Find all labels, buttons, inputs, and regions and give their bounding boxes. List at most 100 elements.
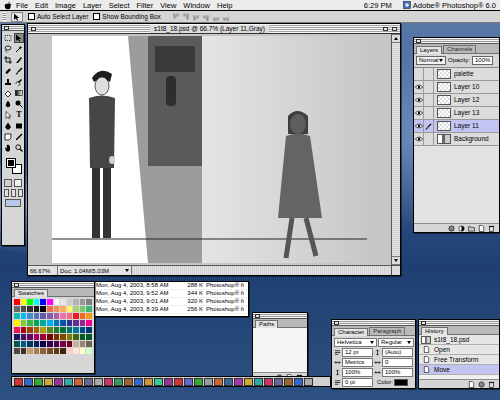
- tracking-icon[interactable]: [374, 359, 381, 366]
- close-box[interactable]: [421, 321, 426, 325]
- history-step-icon[interactable]: [423, 356, 430, 363]
- menu-item[interactable]: Filter: [134, 1, 157, 10]
- swatch[interactable]: [40, 348, 46, 354]
- swatch[interactable]: [27, 306, 33, 312]
- swatch[interactable]: [67, 306, 73, 312]
- swatch[interactable]: [86, 327, 92, 333]
- horizontal-scrollbar[interactable]: [132, 266, 391, 275]
- character-field[interactable]: 100%: [342, 368, 373, 377]
- options-grip[interactable]: [3, 12, 6, 21]
- app-icon[interactable]: [274, 378, 283, 386]
- swatch[interactable]: [27, 341, 33, 347]
- layer-row[interactable]: Layer 10: [414, 81, 499, 94]
- app-icon[interactable]: [84, 378, 93, 386]
- swatch[interactable]: [80, 299, 86, 305]
- opacity-field[interactable]: 100%: [472, 56, 493, 65]
- tool-button[interactable]: [3, 132, 13, 142]
- tool-button[interactable]: [14, 33, 24, 43]
- mode-button[interactable]: [18, 189, 23, 197]
- app-icon[interactable]: [304, 378, 313, 386]
- swatch[interactable]: [73, 313, 79, 319]
- file-row[interactable]: Mon, Aug 4, 2003, 8:58 AM288 KPhotoshop®…: [94, 282, 248, 290]
- font-size-icon[interactable]: [334, 349, 341, 356]
- palette-tab[interactable]: Paragraph: [369, 327, 405, 335]
- file-row[interactable]: Mon, Aug 4, 2003, 9:01 AM320 KPhotoshop®…: [94, 298, 248, 306]
- swatch[interactable]: [14, 320, 20, 326]
- swatch[interactable]: [86, 348, 92, 354]
- checkbox-option[interactable]: Show Bounding Box: [93, 13, 161, 21]
- palette-tab[interactable]: Paths: [255, 320, 278, 328]
- character-field[interactable]: Helvetica: [334, 338, 377, 347]
- palette-tab[interactable]: Channels: [443, 45, 476, 53]
- swatch[interactable]: [40, 341, 46, 347]
- swatch[interactable]: [47, 327, 53, 333]
- grow-box[interactable]: [392, 265, 400, 275]
- history-step-icon[interactable]: [423, 346, 430, 353]
- swatch[interactable]: [21, 320, 27, 326]
- eye-icon[interactable]: [415, 97, 423, 103]
- tool-button[interactable]: [3, 44, 13, 54]
- swatch[interactable]: [34, 320, 40, 326]
- tool-button[interactable]: [14, 77, 24, 87]
- swatch[interactable]: [27, 334, 33, 340]
- tool-button[interactable]: [14, 66, 24, 76]
- kerning-icon[interactable]: [334, 359, 341, 366]
- swatch[interactable]: [73, 348, 79, 354]
- tool-button[interactable]: [14, 55, 24, 65]
- menu-item[interactable]: Window: [180, 1, 213, 10]
- app-icon[interactable]: [194, 378, 203, 386]
- swatch[interactable]: [34, 348, 40, 354]
- swatch[interactable]: [21, 341, 27, 347]
- app-icon[interactable]: [214, 378, 223, 386]
- close-box[interactable]: [392, 27, 397, 31]
- menu-item[interactable]: Edit: [32, 1, 51, 10]
- palette-title-bar[interactable]: [2, 25, 24, 31]
- leading-icon[interactable]: [374, 349, 381, 356]
- swatch[interactable]: [86, 306, 92, 312]
- swatch[interactable]: [67, 320, 73, 326]
- close-box[interactable]: [4, 26, 9, 30]
- document-title-bar[interactable]: s1t8_18.psd @ 66.7% (Layer 11,Gray): [28, 24, 400, 34]
- character-field[interactable]: 100%: [382, 368, 413, 377]
- swatch[interactable]: [54, 348, 60, 354]
- menu-item[interactable]: Image: [52, 1, 79, 10]
- tool-button[interactable]: [3, 99, 13, 109]
- swatch[interactable]: [21, 334, 27, 340]
- tool-preset[interactable]: [11, 12, 23, 22]
- swatch[interactable]: [27, 327, 33, 333]
- app-icon[interactable]: [184, 378, 193, 386]
- swatch[interactable]: [60, 348, 66, 354]
- swatch[interactable]: [60, 341, 66, 347]
- vertical-scale-icon[interactable]: [334, 369, 341, 376]
- tool-button[interactable]: T: [14, 110, 24, 120]
- menu-item[interactable]: File: [13, 1, 31, 10]
- menu-item[interactable]: View: [157, 1, 179, 10]
- swatch[interactable]: [73, 327, 79, 333]
- swatch[interactable]: [60, 306, 66, 312]
- history-row[interactable]: Free Transform: [419, 355, 499, 365]
- align-icon[interactable]: [192, 13, 200, 21]
- swatch[interactable]: [80, 313, 86, 319]
- swatch[interactable]: [80, 306, 86, 312]
- app-icon[interactable]: [244, 378, 253, 386]
- app-icon[interactable]: [34, 378, 43, 386]
- checkbox[interactable]: [28, 13, 35, 20]
- swatch[interactable]: [34, 306, 40, 312]
- align-icon[interactable]: [222, 13, 230, 21]
- swatch[interactable]: [40, 306, 46, 312]
- character-field[interactable]: 12 pt: [342, 348, 373, 357]
- close-box[interactable]: [255, 314, 260, 318]
- eye-icon[interactable]: [415, 123, 423, 129]
- app-icon[interactable]: [44, 378, 53, 386]
- character-field[interactable]: 0: [382, 358, 413, 367]
- swatch[interactable]: [47, 341, 53, 347]
- swatch[interactable]: [73, 334, 79, 340]
- app-icon[interactable]: [64, 378, 73, 386]
- align-icon[interactable]: [172, 13, 180, 21]
- swatch[interactable]: [80, 348, 86, 354]
- palette-tab[interactable]: History: [421, 327, 448, 335]
- app-icon[interactable]: [294, 378, 303, 386]
- close-box[interactable]: [14, 283, 19, 287]
- app-icon[interactable]: [104, 378, 113, 386]
- swatch[interactable]: [47, 306, 53, 312]
